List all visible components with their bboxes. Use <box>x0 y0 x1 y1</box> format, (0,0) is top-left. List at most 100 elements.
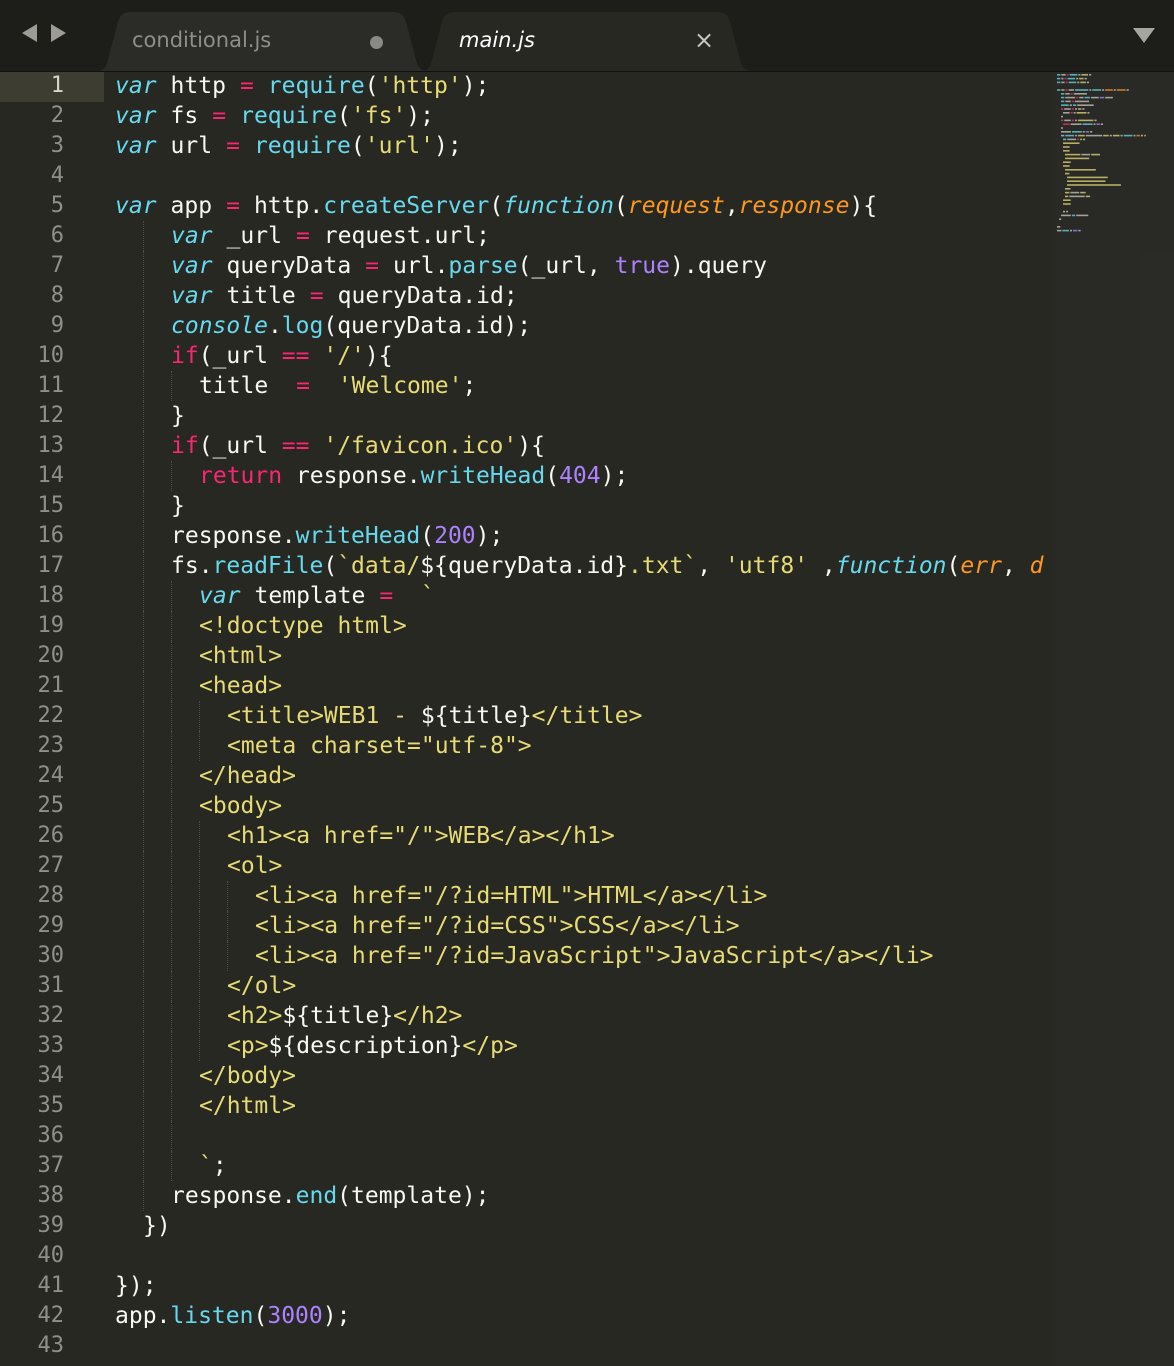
code-line[interactable]: var url = require('url'); <box>0 131 1053 161</box>
code-token: = <box>212 103 227 129</box>
indent-guide <box>171 671 172 701</box>
indent-guide <box>199 881 200 911</box>
indent-guide <box>171 941 172 971</box>
code-line[interactable]: title = 'Welcome'; <box>0 371 1053 401</box>
indent-guide <box>171 641 172 671</box>
code-line[interactable]: <ol> <box>0 851 1053 881</box>
code-token: (_url <box>198 433 282 459</box>
code-line[interactable]: </html> <box>0 1091 1053 1121</box>
code-line[interactable]: <li><a href="/?id=JavaScript">JavaScript… <box>0 941 1053 971</box>
code-line[interactable] <box>0 161 1053 191</box>
code-line[interactable]: }) <box>0 1211 1053 1241</box>
code-line[interactable]: var app = http.createServer(function(reques… <box>0 191 1053 221</box>
code-line[interactable]: </ol> <box>0 971 1053 1001</box>
indent-guide <box>143 221 144 251</box>
code-token: 'http' <box>378 73 462 99</box>
code-token: err <box>960 553 1002 579</box>
code-token: ){ <box>364 343 393 369</box>
code-line[interactable]: var _url = request.url; <box>0 221 1053 251</box>
code-token: </ol> <box>227 973 297 999</box>
code-line[interactable] <box>0 1331 1053 1361</box>
code-line[interactable]: <li><a href="/?id=HTML">HTML</a></li> <box>0 881 1053 911</box>
code-line[interactable]: </body> <box>0 1061 1053 1091</box>
code-line[interactable]: var queryData = url.parse(_url, true).query <box>0 251 1053 281</box>
code-line[interactable]: if(_url == '/favicon.ico'){ <box>0 431 1053 461</box>
code-line[interactable]: <body> <box>0 791 1053 821</box>
code-line[interactable]: if(_url == '/'){ <box>0 341 1053 371</box>
minimap-viewport[interactable] <box>1053 72 1174 1366</box>
indent-guide <box>143 251 144 281</box>
code-line[interactable]: var fs = require('fs'); <box>0 101 1053 131</box>
code-token: title <box>199 373 283 399</box>
down-triangle-icon[interactable] <box>1133 28 1155 43</box>
code-line[interactable]: `; <box>0 1151 1053 1181</box>
code-line[interactable]: var template = ` <box>0 581 1053 611</box>
indent-guide <box>143 971 144 1001</box>
code-line[interactable]: <h2>${title}</h2> <box>0 1001 1053 1031</box>
code-line[interactable]: console.log(queryData.id); <box>0 311 1053 341</box>
right-triangle-icon[interactable] <box>51 24 66 42</box>
indent-guide <box>171 371 172 401</box>
code-token: request <box>627 193 725 219</box>
code-token: = <box>239 73 254 99</box>
tab-bar: conditional.js main.js × <box>0 0 1174 72</box>
indent-guide <box>143 731 144 761</box>
left-triangle-icon[interactable] <box>22 24 37 42</box>
code-token: } <box>171 493 185 519</box>
indent-guide <box>143 1121 144 1151</box>
code-token: <li><a href="/?id=JavaScript">JavaScript… <box>255 943 934 969</box>
code-line[interactable] <box>0 1121 1053 1151</box>
code-line[interactable]: response.writeHead(200); <box>0 521 1053 551</box>
code-line[interactable] <box>0 1241 1053 1271</box>
code-line[interactable]: <meta charset="utf-8"> <box>0 731 1053 761</box>
indent-guide <box>143 551 144 581</box>
code-line[interactable]: <head> <box>0 671 1053 701</box>
code-token: `data/ <box>337 553 421 579</box>
code-line[interactable]: app.listen(3000); <box>0 1301 1053 1331</box>
code-line[interactable]: <h1><a href="/">WEB</a></h1> <box>0 821 1053 851</box>
code-token: <head> <box>199 673 283 699</box>
code-line[interactable]: } <box>0 491 1053 521</box>
indent-guide <box>199 911 200 941</box>
close-icon[interactable]: × <box>694 27 714 53</box>
code-line[interactable]: }); <box>0 1271 1053 1301</box>
code-line[interactable]: fs.readFile(`data/${queryData.id}.txt`, … <box>0 551 1053 581</box>
code-line[interactable]: <li><a href="/?id=CSS">CSS</a></li> <box>0 911 1053 941</box>
indent-guide <box>143 311 144 341</box>
indent-guide <box>171 1031 172 1061</box>
code-token: , <box>808 553 836 579</box>
code-token: fs. <box>171 553 213 579</box>
code-line[interactable]: var http = require('http'); <box>0 71 1053 101</box>
code-token: ` <box>199 1153 213 1179</box>
code-token: ${description} <box>268 1033 463 1059</box>
code-token: <meta charset="utf-8"> <box>227 733 532 759</box>
code-token: response. <box>282 463 421 489</box>
tab-main-js[interactable]: main.js × <box>416 12 761 71</box>
code-line[interactable]: var title = queryData.id; <box>0 281 1053 311</box>
indent-guide <box>171 1001 172 1031</box>
code-token: (queryData.id); <box>323 313 532 339</box>
code-line[interactable]: return response.writeHead(404); <box>0 461 1053 491</box>
code-line[interactable]: </head> <box>0 761 1053 791</box>
code-area[interactable]: var http = require('http'); var fs = require('f… <box>0 71 1053 1366</box>
indent-guide <box>143 701 144 731</box>
indent-guide <box>143 671 144 701</box>
code-token: var <box>115 193 157 219</box>
code-token: .txt` <box>628 553 698 579</box>
editor-window: conditional.js main.js × 1 2 3 4 5 6 7 8 9 10 11 12… <box>0 0 1174 1366</box>
tab-conditional-js[interactable]: conditional.js <box>92 12 437 71</box>
code-line[interactable]: response.end(template); <box>0 1181 1053 1211</box>
minimap[interactable] <box>1053 72 1174 1366</box>
code-line[interactable]: <html> <box>0 641 1053 671</box>
code-line[interactable]: <title>WEB1 - ${title}</title> <box>0 701 1053 731</box>
code-line[interactable]: <!doctype html> <box>0 611 1053 641</box>
code-token: </html> <box>199 1093 296 1119</box>
code-line[interactable]: <p>${description}</p> <box>0 1031 1053 1061</box>
code-line[interactable]: } <box>0 401 1053 431</box>
indent-guide <box>199 1031 200 1061</box>
code-token: ( <box>253 1303 268 1329</box>
code-token: fs <box>170 103 199 129</box>
code-token: template <box>254 583 366 609</box>
indent-guide <box>171 701 172 731</box>
